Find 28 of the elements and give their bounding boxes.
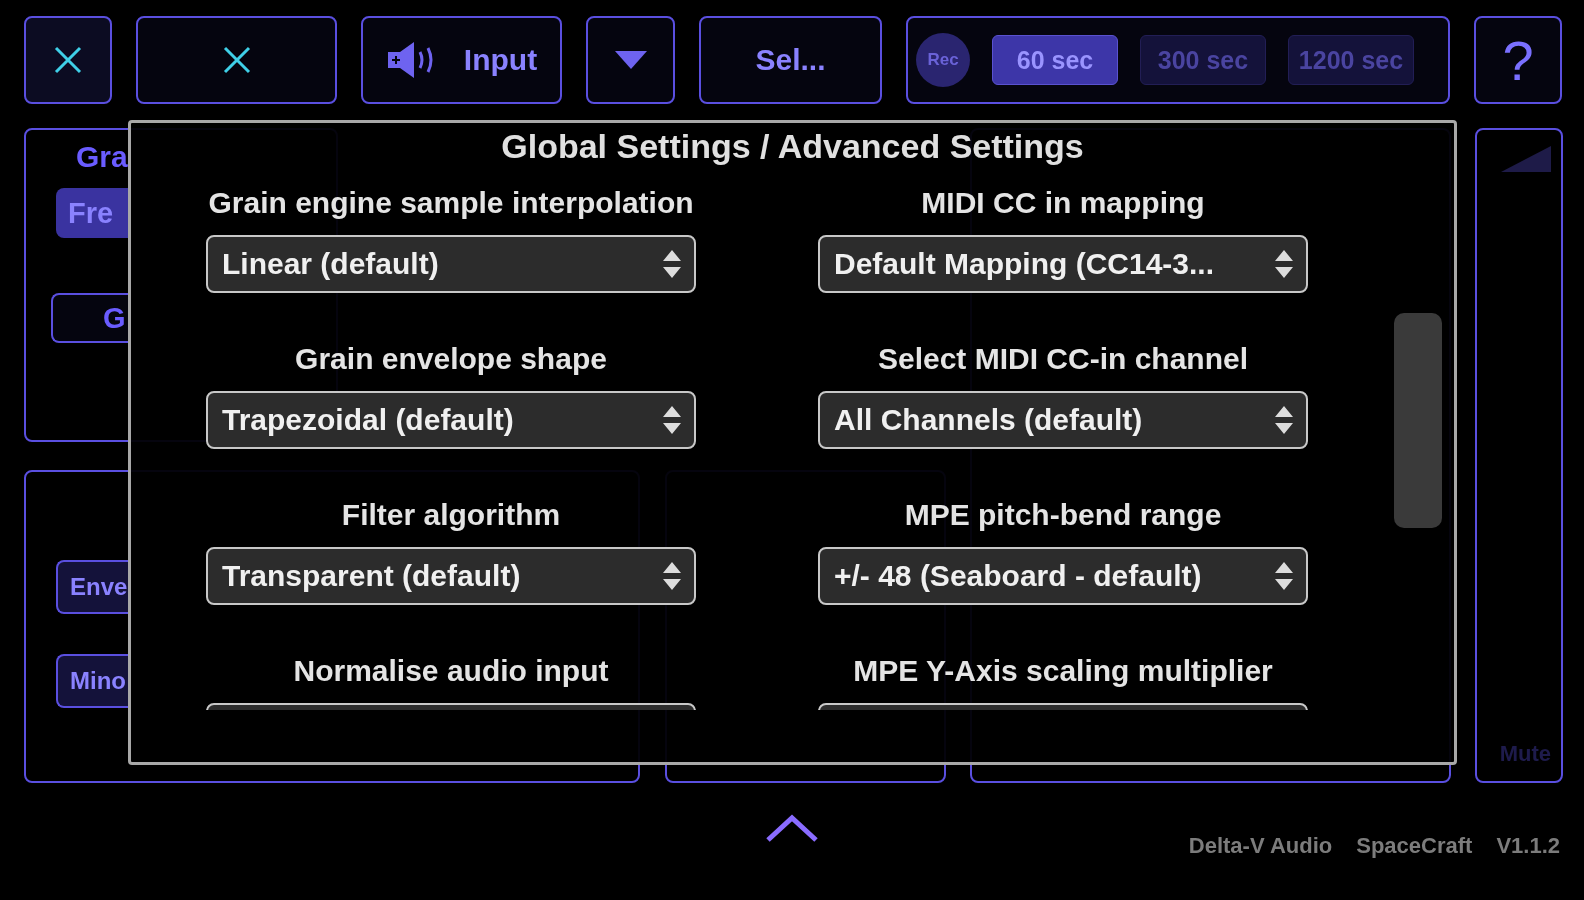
panel-title: Gra bbox=[76, 140, 128, 174]
setting-label: Select MIDI CC-in channel bbox=[877, 341, 1249, 377]
panel-button[interactable]: Mino bbox=[56, 654, 129, 708]
setting-label: Normalise audio input bbox=[293, 653, 609, 689]
setting-label: MIDI CC in mapping bbox=[921, 185, 1205, 221]
select-field[interactable]: Linear (default) bbox=[206, 235, 696, 293]
footer-text: V1.1.2 bbox=[1496, 833, 1560, 859]
setting-label: MPE pitch-bend range bbox=[904, 497, 1222, 533]
setting-label: MPE Y-Axis scaling multiplier bbox=[853, 653, 1273, 689]
setting-label: Grain engine sample interpolation bbox=[208, 185, 694, 221]
setting-label: Grain envelope shape bbox=[295, 341, 607, 377]
duration-button[interactable]: 60 sec bbox=[992, 35, 1118, 85]
select-field[interactable]: +/- 48 (Seaboard - default) bbox=[818, 547, 1308, 605]
select-field[interactable]: All Channels (default) bbox=[818, 391, 1308, 449]
panel-button[interactable]: Enve bbox=[56, 560, 129, 614]
select-field[interactable]: Default Mapping (CC14-3... bbox=[818, 235, 1308, 293]
footer-text: SpaceCraft bbox=[1356, 833, 1473, 859]
setting-label: Filter algorithm bbox=[341, 497, 561, 533]
panel-button[interactable]: G bbox=[51, 293, 129, 343]
input-button[interactable]: Input bbox=[361, 16, 562, 104]
help-button[interactable]: ? bbox=[1474, 16, 1562, 104]
select-field[interactable]: Trapezoidal (default) bbox=[206, 391, 696, 449]
select-button[interactable]: Sel... bbox=[699, 16, 882, 104]
dialog-title: Global Settings / Advanced Settings bbox=[500, 126, 1085, 166]
panel-button[interactable]: Fre bbox=[56, 188, 129, 238]
mute-label: Mute bbox=[1499, 741, 1551, 767]
select-field[interactable]: Transparent (default) bbox=[206, 547, 696, 605]
footer-text: Delta-V Audio bbox=[1188, 833, 1333, 859]
